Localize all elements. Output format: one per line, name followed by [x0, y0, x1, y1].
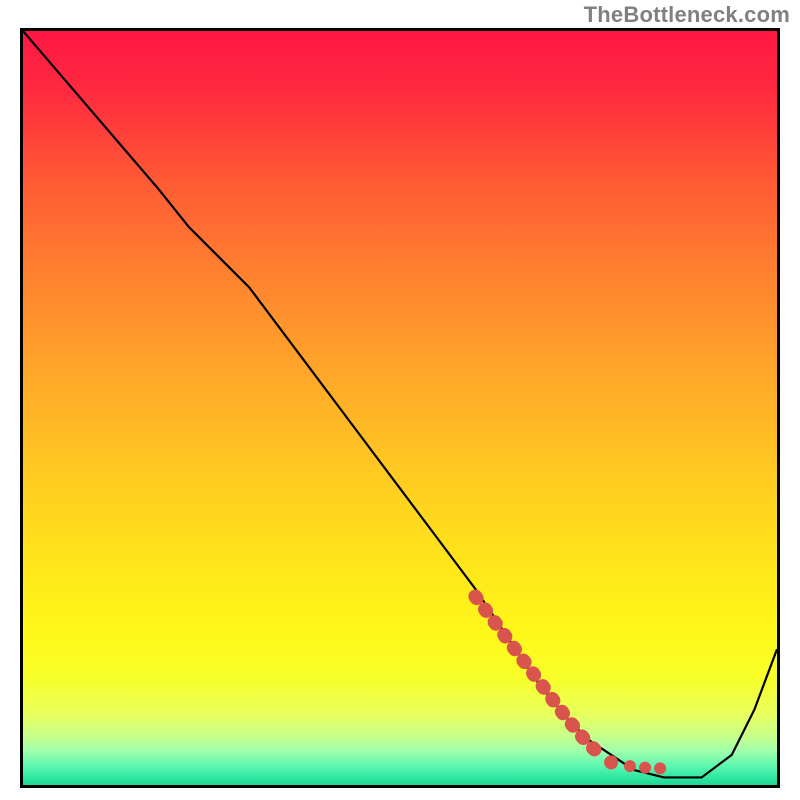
watermark-text: TheBottleneck.com — [584, 2, 790, 28]
gradient-rect — [23, 31, 777, 785]
highlight-dot — [624, 760, 636, 772]
highlight-dot — [604, 755, 618, 769]
highlight-dot — [654, 762, 666, 774]
highlight-dot — [639, 762, 651, 774]
plot-frame — [20, 28, 780, 788]
plot-svg — [23, 31, 777, 785]
chart-stage: TheBottleneck.com — [0, 0, 800, 800]
